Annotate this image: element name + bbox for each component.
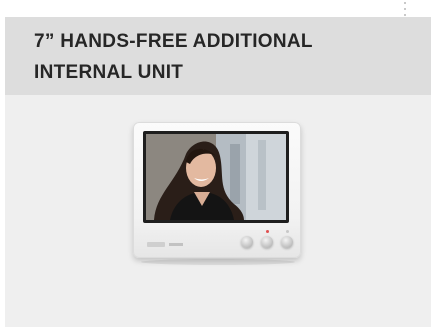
screen-portrait-graphic — [146, 134, 286, 220]
more-options-icon[interactable] — [402, 2, 408, 16]
product-shadow — [141, 259, 295, 265]
product-title: 7” HANDS-FREE ADDITIONAL INTERNAL UNIT — [34, 26, 414, 88]
product-card[interactable]: 7” HANDS-FREE ADDITIONAL INTERNAL UNIT — [5, 17, 431, 327]
monitor-button-left — [241, 236, 253, 248]
monitor-button-middle — [261, 236, 273, 248]
product-card-header: 7” HANDS-FREE ADDITIONAL INTERNAL UNIT — [5, 17, 431, 95]
product-title-line-2: INTERNAL UNIT — [34, 62, 184, 83]
model-label-graphic — [169, 243, 183, 246]
page: 7” HANDS-FREE ADDITIONAL INTERNAL UNIT — [0, 0, 436, 333]
product-title-line-1: 7” HANDS-FREE ADDITIONAL — [34, 31, 313, 52]
product-image[interactable] — [131, 120, 305, 270]
monitor-screen — [146, 134, 286, 220]
status-led — [266, 230, 269, 233]
brand-logo — [147, 242, 165, 247]
video-monitor-illustration — [133, 122, 301, 258]
monitor-screen-bezel — [143, 131, 289, 223]
monitor-button-right — [281, 236, 293, 248]
status-led — [286, 230, 289, 233]
